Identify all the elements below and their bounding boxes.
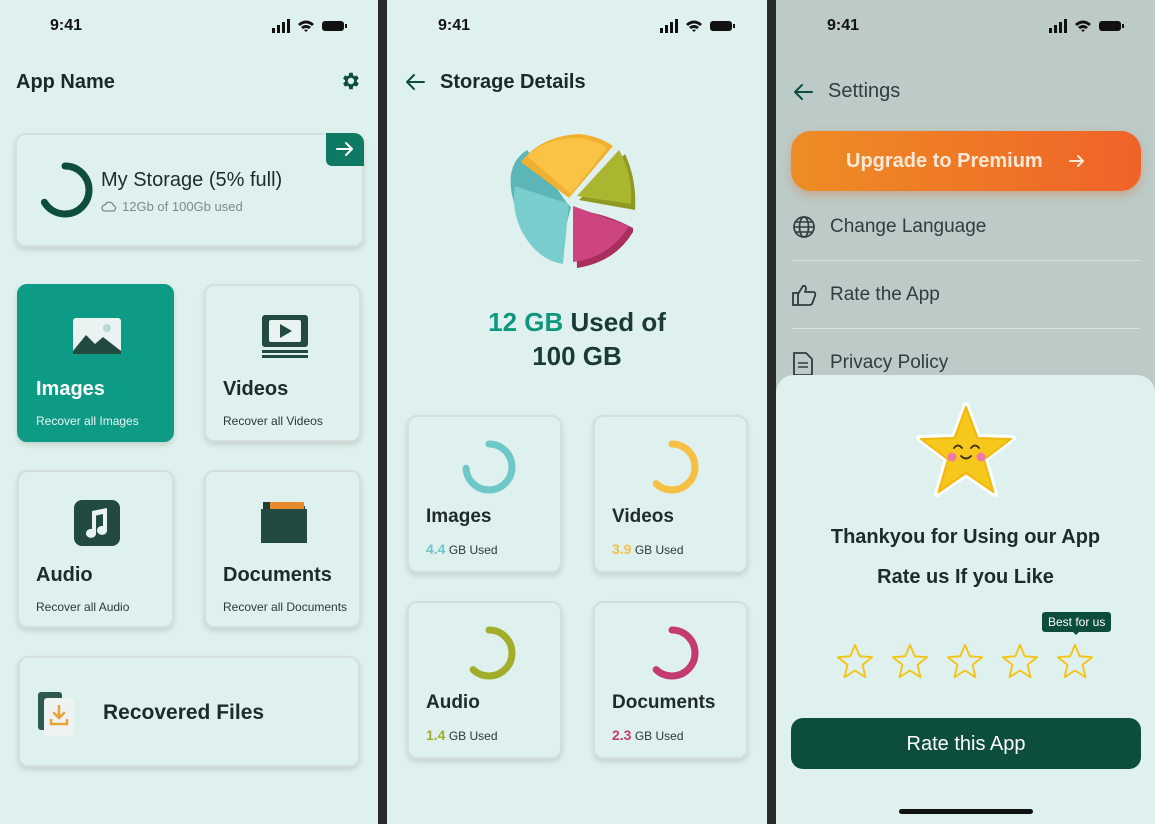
storage-summary: 12 GB Used of 100 GB	[387, 305, 767, 373]
tile-subtitle: Recover all Videos	[223, 414, 323, 428]
star-icon[interactable]	[1056, 642, 1094, 680]
recovered-files-title: Recovered Files	[103, 701, 265, 724]
storage-card-audio[interactable]: Audio 1.4 GB Used	[407, 601, 562, 759]
arrow-right-icon	[336, 142, 353, 156]
document-icon	[793, 352, 813, 376]
tile-documents[interactable]: Documents Recover all Documents	[204, 470, 361, 628]
status-time: 9:41	[50, 17, 83, 34]
status-time: 9:41	[827, 17, 860, 34]
recovered-files-card[interactable]: Recovered Files	[18, 656, 360, 767]
page-title: Storage Details	[440, 71, 586, 93]
storage-progress-ring	[37, 162, 93, 218]
tile-title: Videos	[223, 378, 289, 400]
progress-ring	[462, 440, 516, 494]
tile-title: Documents	[223, 564, 332, 586]
settings-screen: 9:41 Settings Upgrade to Premium Change …	[776, 0, 1155, 824]
storage-details-screen: 9:41 Storage Details 12 GB Used of 100 G…	[387, 0, 767, 824]
tile-subtitle: Recover all Images	[36, 414, 139, 428]
status-icons	[272, 19, 347, 33]
rating-bottom-sheet: Thankyou for Using our App Rate us If yo…	[776, 375, 1155, 824]
thumbs-up-icon	[792, 284, 817, 306]
star-icon[interactable]	[891, 642, 929, 680]
recovered-files-icon	[38, 692, 74, 736]
progress-ring	[462, 626, 516, 680]
total-value: 100 GB	[532, 341, 622, 371]
rate-this-app-label: Rate this App	[906, 733, 1026, 755]
page-title: Settings	[828, 80, 901, 102]
storage-card-title: Images	[426, 506, 492, 527]
menu-label: Privacy Policy	[830, 352, 949, 373]
tile-title: Audio	[36, 564, 93, 586]
menu-label: Rate the App	[830, 284, 940, 305]
tile-subtitle: Recover all Documents	[223, 600, 348, 614]
tile-videos[interactable]: Videos Recover all Videos	[204, 284, 361, 442]
home-indicator	[899, 809, 1033, 814]
app-name: App Name	[16, 71, 115, 93]
upgrade-premium-label: Upgrade to Premium	[846, 150, 1043, 172]
thank-you-text: Thankyou for Using our App	[830, 526, 1101, 548]
menu-rate-app[interactable]: Rate the App	[792, 261, 1140, 329]
storage-card-usage: 1.4 GB Used	[426, 727, 498, 743]
menu-change-language[interactable]: Change Language	[792, 193, 1140, 261]
progress-ring	[645, 626, 699, 680]
rating-stars[interactable]	[836, 642, 1096, 682]
status-time: 9:41	[438, 17, 471, 34]
used-value: 12 GB	[488, 307, 564, 337]
best-for-us-tooltip: Best for us	[1042, 612, 1112, 632]
tooltip-pointer	[1071, 630, 1081, 635]
storage-card-title: Videos	[612, 506, 674, 527]
music-note-icon	[74, 500, 120, 546]
screen-divider	[378, 0, 387, 824]
storage-card-usage: 3.9 GB Used	[612, 541, 684, 557]
tile-title: Images	[36, 378, 105, 400]
folder-icon	[261, 502, 307, 543]
storage-subtitle: 12Gb of 100Gb used	[122, 199, 243, 214]
storage-card-title: Documents	[612, 692, 716, 713]
smiling-star-icon	[916, 402, 1016, 497]
storage-card-title: Audio	[426, 692, 480, 713]
storage-card[interactable]: My Storage (5% full) 12Gb of 100Gb used	[15, 133, 364, 247]
video-icon	[262, 315, 308, 358]
status-icons	[1049, 19, 1124, 33]
cloud-icon	[101, 201, 117, 212]
rate-us-text: Rate us If you Like	[877, 566, 1054, 588]
storage-title: My Storage (5% full)	[101, 169, 283, 191]
screen-divider	[767, 0, 776, 824]
tile-audio[interactable]: Audio Recover all Audio	[17, 470, 174, 628]
rate-this-app-button[interactable]: Rate this App	[791, 718, 1141, 769]
status-icons	[660, 19, 735, 33]
star-icon[interactable]	[1001, 642, 1039, 680]
storage-card-videos[interactable]: Videos 3.9 GB Used	[593, 415, 748, 573]
storage-card-usage: 2.3 GB Used	[612, 727, 684, 743]
menu-label: Change Language	[830, 216, 987, 237]
tile-images[interactable]: Images Recover all Images	[17, 284, 174, 442]
arrow-right-icon	[1069, 155, 1084, 167]
star-icon[interactable]	[946, 642, 984, 680]
star-icon[interactable]	[836, 642, 874, 680]
storage-card-usage: 4.4 GB Used	[426, 541, 498, 557]
back-arrow-icon[interactable]	[405, 73, 425, 91]
used-text: Used of	[570, 307, 666, 337]
back-arrow-icon[interactable]	[793, 83, 813, 101]
gear-icon[interactable]	[339, 70, 361, 92]
storage-card-images[interactable]: Images 4.4 GB Used	[407, 415, 562, 573]
home-screen: 9:41 App Name My Storage (5% full) 12Gb …	[0, 0, 378, 824]
pie-chart-3d	[510, 134, 636, 268]
storage-arrow-button[interactable]	[326, 133, 364, 166]
tile-subtitle: Recover all Audio	[36, 600, 130, 614]
image-icon	[73, 318, 121, 354]
upgrade-premium-button[interactable]: Upgrade to Premium	[791, 131, 1141, 191]
storage-card-documents[interactable]: Documents 2.3 GB Used	[593, 601, 748, 759]
progress-ring	[645, 440, 699, 494]
globe-icon	[793, 216, 815, 238]
